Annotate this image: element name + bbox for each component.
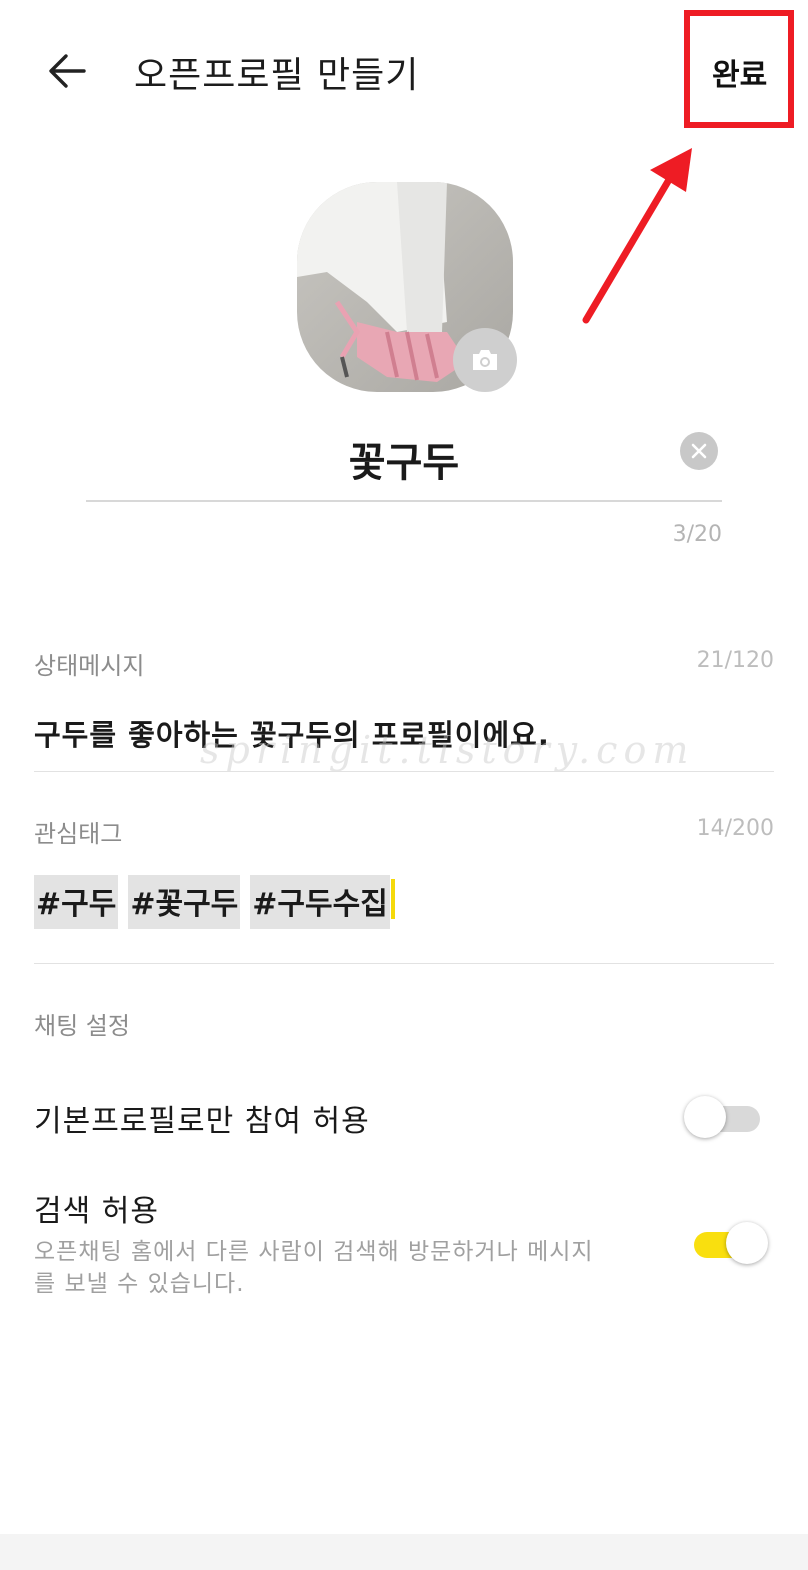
default-profile-only-label: 기본프로필로만 참여 허용 xyxy=(34,1104,370,1139)
name-char-count: 3/20 xyxy=(672,522,722,547)
interest-tags-input[interactable]: #구두 #꽃구두 #구두수집 xyxy=(34,875,395,929)
back-arrow-icon[interactable] xyxy=(44,48,90,94)
page-title: 오픈프로필 만들기 xyxy=(134,55,420,96)
default-profile-only-toggle[interactable] xyxy=(684,1094,762,1138)
profile-name-field[interactable]: 꽃구두 xyxy=(86,420,722,502)
tag-chip[interactable]: #구두 xyxy=(34,875,119,929)
status-message-label: 상태메시지 xyxy=(34,652,145,680)
annotation-highlight-box xyxy=(684,10,794,128)
tag-chip[interactable]: #구두수집 xyxy=(250,875,390,929)
watermark-text: springit.tistory.com xyxy=(200,728,695,772)
divider xyxy=(34,963,774,964)
interest-tags-char-count: 14/200 xyxy=(696,816,774,841)
divider xyxy=(34,771,774,772)
interest-tags-label: 관심태그 xyxy=(34,820,123,848)
chat-settings-section-label: 채팅 설정 xyxy=(34,1012,130,1040)
tag-chip[interactable]: #꽃구두 xyxy=(128,875,241,929)
profile-name-input[interactable]: 꽃구두 xyxy=(86,430,722,488)
text-cursor xyxy=(390,879,395,919)
change-photo-camera-icon[interactable] xyxy=(453,328,517,392)
top-app-bar: 오픈프로필 만들기 완료 xyxy=(0,0,808,140)
allow-search-toggle[interactable] xyxy=(688,1220,768,1264)
annotation-arrow-icon xyxy=(582,148,692,324)
allow-search-description: 오픈채팅 홈에서 다른 사람이 검색해 방문하거나 메시지를 보낼 수 있습니다… xyxy=(34,1239,594,1297)
bottom-bar xyxy=(0,1534,808,1570)
status-message-char-count: 21/120 xyxy=(696,648,774,673)
clear-name-icon[interactable] xyxy=(680,432,718,470)
allow-search-label: 검색 허용 xyxy=(34,1194,159,1229)
